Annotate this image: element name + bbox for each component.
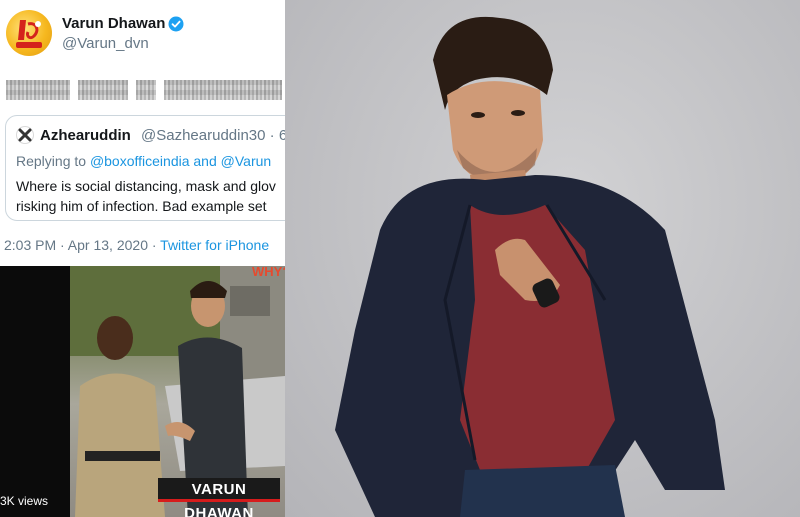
cross-swords-icon [18, 128, 32, 142]
coolie-no1-logo-icon [16, 20, 42, 48]
quoted-body-line: risking him of infection. Bad example se… [16, 198, 267, 214]
embedded-video[interactable]: WHY? VARUN DHAWAN 3K views [0, 266, 285, 517]
pixelated-tweet-text [0, 80, 285, 102]
portrait-illustration [335, 16, 725, 517]
video-caption: VARUN DHAWAN [158, 478, 280, 517]
replying-to-mentions[interactable]: @boxofficeindia and @Varun [90, 153, 271, 169]
author-name[interactable]: Varun Dhawan [62, 15, 165, 32]
video-overlay-text: WHY? [252, 266, 285, 279]
quoted-author-name[interactable]: Azhearuddin [40, 127, 131, 144]
tweet-source-link[interactable]: Twitter for iPhone [160, 237, 269, 253]
replying-to-label: Replying to [16, 153, 87, 169]
tweet-timestamp[interactable]: 2:03 PM · Apr 13, 2020 · [4, 237, 160, 253]
quoted-author-handle[interactable]: @Sazhearuddin30 · 6h [141, 127, 285, 144]
portrait-photo [285, 0, 800, 517]
tweet-timestamp-row: 2:03 PM · Apr 13, 2020 · Twitter for iPh… [4, 237, 269, 253]
tweet-author-row: Varun Dhawan @Varun_dvn [0, 0, 285, 70]
video-view-count: 3K views [0, 494, 49, 508]
tweet-panel: Varun Dhawan @Varun_dvn Azhearuddin @Saz… [0, 0, 285, 517]
quoted-tweet-body: Where is social distancing, mask and glo… [16, 176, 285, 216]
quoted-author-avatar[interactable] [16, 126, 34, 144]
quoted-body-line: Where is social distancing, mask and glo… [16, 178, 276, 194]
quoted-tweet-card[interactable]: Azhearuddin @Sazhearuddin30 · 6h Replyin… [5, 115, 285, 221]
replying-to-line: Replying to @boxofficeindia and @Varun [16, 153, 271, 169]
author-avatar[interactable] [6, 10, 52, 56]
author-handle[interactable]: @Varun_dvn [62, 35, 149, 52]
verified-badge-icon [168, 16, 184, 32]
